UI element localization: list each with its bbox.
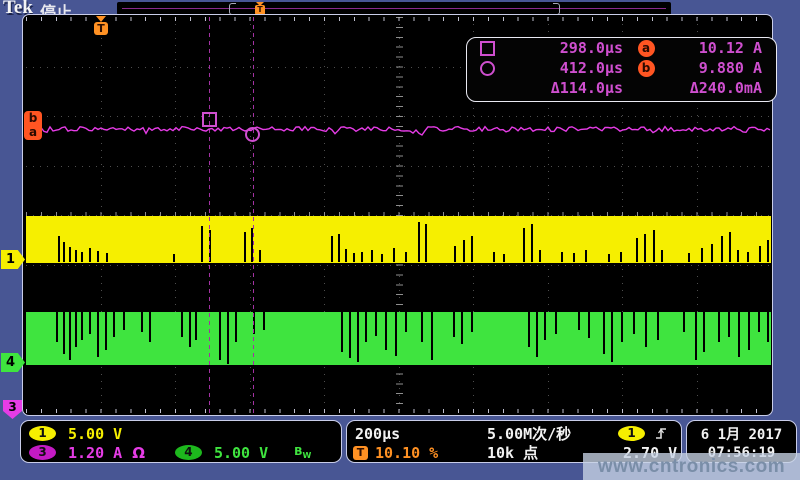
- cursor-b-badge: b: [638, 60, 655, 77]
- channel3-scale: 1.20 A: [68, 444, 122, 462]
- cursor-a-badge: a: [638, 40, 655, 57]
- cursor-b-row: 412.0µs b 9.880 A: [467, 58, 776, 78]
- cursor-a-square-icon: [480, 41, 495, 56]
- cursor-a-row: 298.0µs a 10.12 A: [467, 38, 776, 58]
- cursor-b-circle-marker[interactable]: [245, 127, 260, 142]
- cursor-b-circle-icon: [480, 61, 495, 76]
- cursor-a-amplitude: 10.12 A: [669, 39, 776, 57]
- channel4-scale: 5.00 V: [214, 444, 268, 462]
- cursor-a-label: a: [24, 125, 42, 139]
- channel3-badge[interactable]: 3: [29, 445, 56, 460]
- timebase-scale: 200µs: [355, 425, 400, 443]
- channel4-bandwidth-icon: BW: [294, 445, 311, 460]
- channel4-badge[interactable]: 4: [175, 445, 202, 460]
- trigger-position-percent: 10.10 %: [375, 444, 438, 462]
- channel-settings-box[interactable]: 1 5.00 V 3 1.20 A Ω 4 5.00 V BW: [20, 420, 342, 463]
- sample-rate: 5.00M次/秒: [487, 423, 571, 444]
- channel3-position-marker-clipped[interactable]: 3: [3, 400, 22, 419]
- cursor-delta-time: Δ114.0µs: [507, 79, 623, 97]
- cursor-ab-left-marker[interactable]: b a: [24, 111, 42, 140]
- channel1-scale: 5.00 V: [68, 425, 122, 443]
- cursor-b-label: b: [24, 111, 42, 125]
- channel3-coupling-ohm: Ω: [132, 444, 145, 462]
- cursor-b-time: 412.0µs: [507, 59, 623, 77]
- date-display: 6 1月 2017: [701, 424, 782, 444]
- cursor-delta-amplitude: Δ240.0mA: [669, 79, 776, 97]
- trigger-source-badge[interactable]: 1: [618, 426, 645, 441]
- trigger-slope-rising-icon: [653, 425, 669, 441]
- oscilloscope-screen: Tek 停止 T T b a 1 4 3 298.0: [0, 0, 800, 480]
- cursor-b-amplitude: 9.880 A: [669, 59, 776, 77]
- cursor-a-square-marker[interactable]: [202, 112, 217, 127]
- channel1-badge[interactable]: 1: [29, 426, 56, 441]
- cursor-delta-row: Δ114.0µs Δ240.0mA: [467, 78, 776, 98]
- cursor-readout-panel[interactable]: 298.0µs a 10.12 A 412.0µs b 9.880 A Δ114…: [466, 37, 777, 102]
- cursor-a-time: 298.0µs: [507, 39, 623, 57]
- watermark: www.cntronics.com: [583, 453, 800, 480]
- trigger-position-badge: T: [353, 446, 368, 460]
- record-length: 10k 点: [487, 442, 538, 463]
- record-waveform-line: [122, 8, 666, 9]
